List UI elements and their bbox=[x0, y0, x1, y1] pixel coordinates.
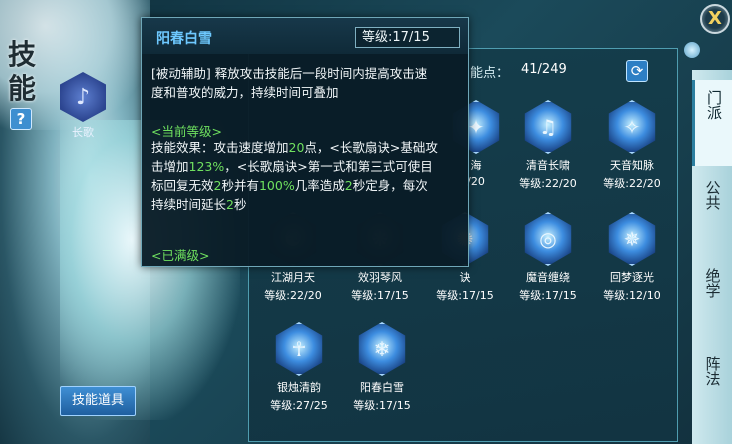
tab-label: 绝学 bbox=[703, 268, 722, 298]
effect-line: 击增加123%，<长歌扇诀>第一式和第三式可使目 bbox=[151, 157, 463, 176]
effect-text: 秒定身，每次 bbox=[352, 178, 428, 193]
page-title: 技能 bbox=[7, 38, 36, 105]
description-line: [被动辅助] 释放攻击技能后一段时间内提高攻击速 bbox=[151, 66, 428, 81]
tab-unique[interactable]: 绝学 bbox=[692, 260, 732, 346]
effect-value: 123% bbox=[188, 159, 225, 174]
skill-name: 诀 bbox=[459, 271, 471, 284]
skill-icon: ◎ bbox=[524, 212, 572, 266]
effect-text: 持续时间延长 bbox=[151, 197, 227, 212]
skill-tooltip: 阳春白雪 等级:17/15 [被动辅助] 释放攻击技能后一段时间内提高攻击速 度… bbox=[141, 17, 469, 267]
category-tabs: 门派 公共 绝学 阵法 bbox=[692, 70, 732, 444]
effect-text: 标回复无效 bbox=[151, 178, 214, 193]
tooltip-level: 等级:17/15 bbox=[355, 27, 460, 48]
skill-slot[interactable]: ◎ 魔音缠绕 等级:17/15 bbox=[508, 212, 588, 303]
skill-points-label: 能点： bbox=[470, 66, 510, 81]
effect-value: 100% bbox=[258, 178, 295, 193]
skill-level: 等级:27/25 bbox=[270, 399, 328, 412]
skill-icon: ❄ bbox=[358, 322, 406, 376]
description-line: 度和普攻的威力，持续时间可叠加 bbox=[151, 85, 339, 100]
skill-name: 天音知脉 bbox=[610, 159, 654, 172]
effect-line: 持续时间延长2秒 bbox=[151, 195, 463, 214]
effect-line: 技能效果：攻击速度增加20点，<长歌扇诀>基础攻 bbox=[151, 138, 463, 157]
skill-icon: ✧ bbox=[608, 100, 656, 154]
skill-slot[interactable]: ♫ 清音长啸 等级:22/20 bbox=[508, 100, 588, 191]
skill-level: 等级:17/15 bbox=[351, 289, 409, 302]
skill-level: 等级:17/15 bbox=[436, 289, 494, 302]
skill-name: 回梦逐光 bbox=[610, 271, 654, 284]
sect-emblem[interactable]: ♪ 长歌 bbox=[58, 72, 108, 142]
tab-label: 公共 bbox=[703, 180, 722, 210]
effect-text: 点，<长歌扇诀>基础攻 bbox=[304, 140, 438, 155]
effect-value: 2 bbox=[344, 178, 353, 193]
maxed-label: <已满级> bbox=[151, 248, 210, 263]
effect-line: 标回复无效2秒并有100%几率造成2秒定身，每次 bbox=[151, 176, 463, 195]
tab-label: 阵法 bbox=[703, 356, 722, 386]
tooltip-description: [被动辅助] 释放攻击技能后一段时间内提高攻击速 度和普攻的威力，持续时间可叠加 bbox=[151, 64, 463, 102]
skill-effect: 技能效果：攻击速度增加20点，<长歌扇诀>基础攻 击增加123%，<长歌扇诀>第… bbox=[151, 138, 463, 214]
skill-slot[interactable]: ✵ 回梦逐光 等级:12/10 bbox=[592, 212, 672, 303]
effect-text: 技能效果：攻击速度增加 bbox=[151, 140, 289, 155]
skill-name: 阳春白雪 bbox=[360, 381, 404, 394]
skill-slot[interactable]: ✧ 天音知脉 等级:22/20 bbox=[592, 100, 672, 191]
effect-text: 秒 bbox=[233, 197, 247, 212]
skill-level: 等级:22/20 bbox=[519, 177, 577, 190]
close-button[interactable]: X bbox=[700, 4, 730, 34]
skill-name: 效羽琴风 bbox=[358, 271, 402, 284]
skill-name: 魔音缠绕 bbox=[526, 271, 570, 284]
effect-text: 击增加 bbox=[151, 159, 189, 174]
effect-text: 几率造成 bbox=[294, 178, 345, 193]
orb-icon bbox=[684, 42, 700, 58]
skill-icon: ♫ bbox=[524, 100, 572, 154]
skill-level: 等级:12/10 bbox=[603, 289, 661, 302]
skill-level: 等级:22/20 bbox=[603, 177, 661, 190]
skill-points-value: 41/249 bbox=[521, 62, 567, 77]
effect-text: ，<长歌扇诀>第一式和第三式可使目 bbox=[224, 159, 433, 174]
tab-sect[interactable]: 门派 bbox=[692, 80, 732, 166]
tab-formation[interactable]: 阵法 bbox=[692, 348, 732, 434]
skill-name: 银烛清韵 bbox=[277, 381, 321, 394]
effect-value: 2 bbox=[226, 197, 234, 212]
sect-label: 长歌 bbox=[72, 126, 94, 139]
refresh-icon[interactable]: ⟳ bbox=[626, 60, 648, 82]
skill-name: 江湖月天 bbox=[271, 271, 315, 284]
skill-level: 等级:22/20 bbox=[264, 289, 322, 302]
skill-level: 等级:17/15 bbox=[519, 289, 577, 302]
help-button[interactable]: ? bbox=[10, 108, 32, 130]
tab-label: 门派 bbox=[705, 90, 723, 120]
skill-item-button[interactable]: 技能道具 bbox=[60, 386, 136, 416]
sect-icon: ♪ bbox=[60, 72, 106, 122]
tab-common[interactable]: 公共 bbox=[692, 172, 732, 258]
skill-level: 等级:17/15 bbox=[353, 399, 411, 412]
skill-name: 清音长啸 bbox=[526, 159, 570, 172]
skill-icon: ✵ bbox=[608, 212, 656, 266]
skill-icon: ☥ bbox=[275, 322, 323, 376]
skill-slot[interactable]: ❄ 阳春白雪 等级:17/15 bbox=[342, 322, 422, 413]
skill-slot[interactable]: ☥ 银烛清韵 等级:27/25 bbox=[259, 322, 339, 413]
effect-value: 20 bbox=[288, 140, 305, 155]
tooltip-skill-name: 阳春白雪 bbox=[156, 31, 212, 47]
effect-text: 秒并有 bbox=[221, 178, 259, 193]
